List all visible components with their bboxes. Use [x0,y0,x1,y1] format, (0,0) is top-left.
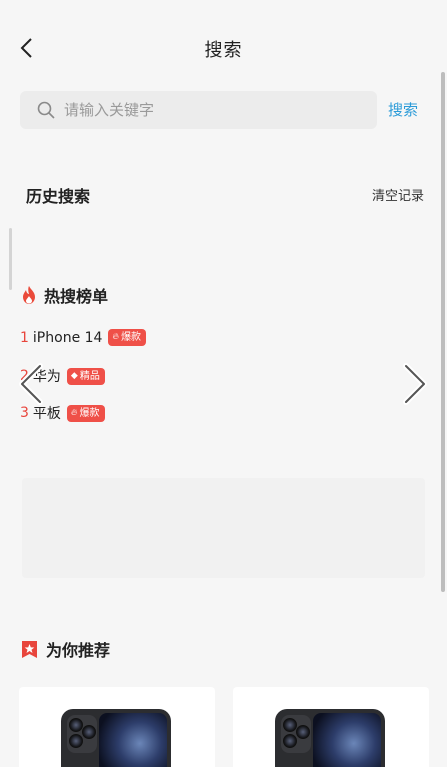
header: 搜索 [0,0,447,92]
flame-icon: 🔥︎ [112,332,120,342]
hot-badge-label: 爆款 [121,332,142,343]
phone-screen [99,713,167,767]
camera-module [67,715,97,753]
scroll-indicator [9,228,12,290]
hot-list-title-label: 热搜榜单 [44,287,109,306]
hot-badge: 🔥︎ 爆款 [66,404,105,422]
star-flag-icon [22,640,37,658]
hot-item[interactable]: 1 iPhone 14 🔥︎ 爆款 [20,329,147,346]
product-card[interactable] [19,687,215,767]
hot-badge: ◆ 精品 [66,367,105,385]
previous-arrow[interactable] [16,362,46,406]
flame-icon: 🔥︎ [70,407,78,418]
camera-lens [296,725,310,739]
camera-lens [69,734,83,748]
chevron-left-icon [19,363,43,405]
next-arrow[interactable] [400,362,430,406]
clear-history-button[interactable]: 清空记录 [372,185,424,204]
search-input[interactable] [64,101,377,119]
camera-lens [283,718,297,732]
scrollbar[interactable] [441,72,445,592]
hot-badge-label: 精品 [79,370,100,382]
product-card[interactable] [233,687,429,767]
phone-screen [313,713,381,767]
hot-rank: 1 [20,329,29,346]
placeholder-block [22,478,425,578]
camera-lens [82,725,96,739]
hot-badge-label: 爆款 [79,407,100,419]
product-image [275,709,385,767]
chevron-right-icon [403,363,427,405]
search-icon [37,101,55,119]
hot-list-title: 热搜榜单 [20,283,108,307]
history-title: 历史搜索 [26,187,91,206]
recommend-title-label: 为你推荐 [46,641,111,660]
recommend-title: 为你推荐 [20,637,110,661]
product-image [61,709,171,767]
search-page: 搜索 搜索 历史搜索 清空记录 热搜榜单 1 iPhone 14 🔥︎ 爆款 2… [0,0,447,767]
camera-lens [69,718,83,732]
camera-lens [283,734,297,748]
hot-item-label: iPhone 14 [32,329,103,346]
camera-module [281,715,311,753]
hot-badge: 🔥︎ 爆款 [108,329,147,346]
flame-icon [23,286,35,304]
hot-rank: 3 [20,405,29,421]
gem-icon: ◆ [70,370,78,381]
search-button[interactable]: 搜索 [388,99,418,120]
page-title: 搜索 [204,40,243,61]
search-box[interactable] [20,91,377,129]
